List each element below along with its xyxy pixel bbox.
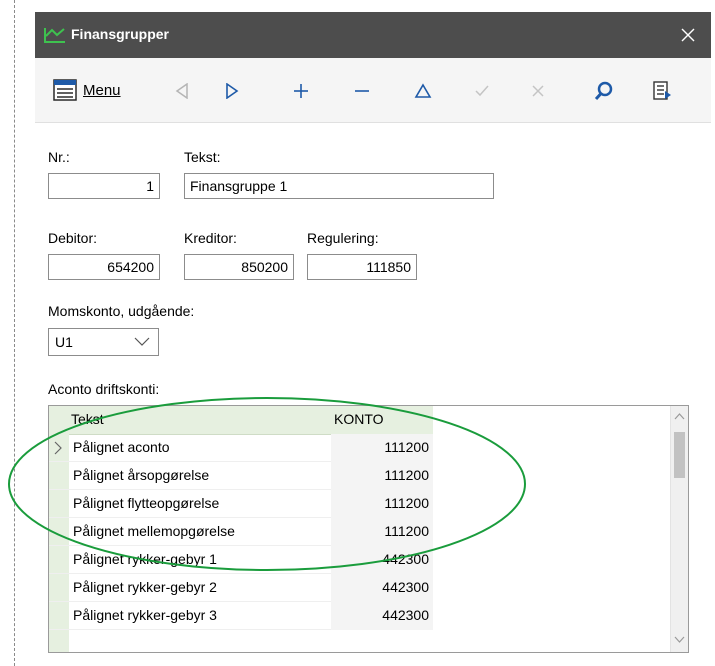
table-row[interactable]: Pålignet årsopgørelse 111200 <box>49 462 433 490</box>
row-tekst: Pålignet årsopgørelse <box>73 467 210 483</box>
nr-label: Nr.: <box>48 149 70 165</box>
chart-app-icon <box>44 28 65 43</box>
table-row[interactable]: Pålignet rykker-gebyr 3 442300 <box>49 602 433 630</box>
menu-label: Menu <box>83 81 121 99</box>
row-konto: 111200 <box>384 467 429 483</box>
nr-field[interactable]: 1 <box>48 173 160 199</box>
add-button[interactable] <box>286 76 316 106</box>
scroll-up-icon[interactable] <box>671 410 688 424</box>
row-konto: 442300 <box>382 579 429 595</box>
scrollbar-thumb[interactable] <box>674 432 685 478</box>
momskonto-label: Momskonto, udgående: <box>48 303 195 319</box>
row-tekst: Pålignet flytteopgørelse <box>73 495 220 511</box>
momskonto-select[interactable]: U1 <box>48 328 159 356</box>
next-icon <box>226 83 239 99</box>
table-row[interactable]: Pålignet flytteopgørelse 111200 <box>49 490 433 518</box>
up-button[interactable] <box>408 76 438 106</box>
finansgrupper-window: Finansgrupper Menu Nr.: 1 Tekst: Finansg… <box>35 12 711 666</box>
regulering-label: Regulering: <box>307 230 379 246</box>
tekst-field[interactable]: Finansgruppe 1 <box>184 173 494 199</box>
export-button[interactable] <box>647 76 677 106</box>
table-row[interactable]: Pålignet aconto 111200 <box>49 434 433 462</box>
row-tekst: Pålignet rykker-gebyr 2 <box>73 579 217 595</box>
confirm-icon <box>475 85 489 97</box>
window-title: Finansgrupper <box>71 26 170 42</box>
next-button[interactable] <box>217 76 247 106</box>
row-konto: 442300 <box>382 551 429 567</box>
kreditor-field[interactable]: 850200 <box>184 254 294 280</box>
table-row[interactable]: Pålignet rykker-gebyr 2 442300 <box>49 574 433 602</box>
cancel-icon <box>532 85 544 97</box>
previous-button[interactable] <box>167 76 197 106</box>
grid-header: Tekst KONTO <box>49 406 433 435</box>
kreditor-label: Kreditor: <box>184 230 237 246</box>
grid-rows: Pålignet aconto 111200 Pålignet årsopgør… <box>49 434 433 630</box>
toolbar: Menu <box>35 58 711 123</box>
momskonto-value: U1 <box>55 334 73 350</box>
remove-icon <box>355 90 369 92</box>
up-icon <box>414 83 432 98</box>
debitor-label: Debitor: <box>48 230 98 246</box>
left-margin-rule <box>14 0 15 666</box>
column-header-tekst[interactable]: Tekst <box>71 411 104 427</box>
row-konto: 111200 <box>384 439 429 455</box>
row-tekst: Pålignet rykker-gebyr 1 <box>73 551 217 567</box>
tekst-label: Tekst: <box>184 149 221 165</box>
search-icon <box>594 81 613 101</box>
table-row[interactable]: Pålignet mellemopgørelse 111200 <box>49 518 433 546</box>
close-button[interactable] <box>675 22 701 48</box>
aconto-label: Aconto driftskonti: <box>48 381 160 397</box>
add-icon <box>294 84 308 98</box>
vertical-scrollbar[interactable] <box>670 406 688 652</box>
current-row-icon <box>54 441 62 455</box>
row-tekst: Pålignet rykker-gebyr 3 <box>73 607 217 623</box>
menu-button[interactable]: Menu <box>53 76 121 104</box>
debitor-field[interactable]: 654200 <box>48 254 160 280</box>
row-konto: 111200 <box>384 495 429 511</box>
export-icon <box>653 81 671 100</box>
regulering-field[interactable]: 111850 <box>307 254 417 280</box>
form-body: Nr.: 1 Tekst: Finansgruppe 1 Debitor: 65… <box>35 123 711 666</box>
scroll-down-icon[interactable] <box>671 632 688 646</box>
previous-icon <box>175 83 188 99</box>
aconto-grid: Tekst KONTO Pålignet aconto 111200 Pålig… <box>48 405 689 653</box>
search-button[interactable] <box>589 76 619 106</box>
confirm-button[interactable] <box>467 76 497 106</box>
row-tekst: Pålignet aconto <box>73 439 170 455</box>
table-row[interactable]: Pålignet rykker-gebyr 1 442300 <box>49 546 433 574</box>
column-header-konto[interactable]: KONTO <box>334 411 384 427</box>
row-konto: 442300 <box>382 607 429 623</box>
row-tekst: Pålignet mellemopgørelse <box>73 523 235 539</box>
remove-button[interactable] <box>347 76 377 106</box>
title-bar: Finansgrupper <box>35 12 711 58</box>
cancel-button[interactable] <box>523 76 553 106</box>
menu-icon <box>53 79 77 101</box>
close-icon <box>681 28 695 42</box>
chevron-down-icon <box>134 337 150 346</box>
row-konto: 111200 <box>384 523 429 539</box>
